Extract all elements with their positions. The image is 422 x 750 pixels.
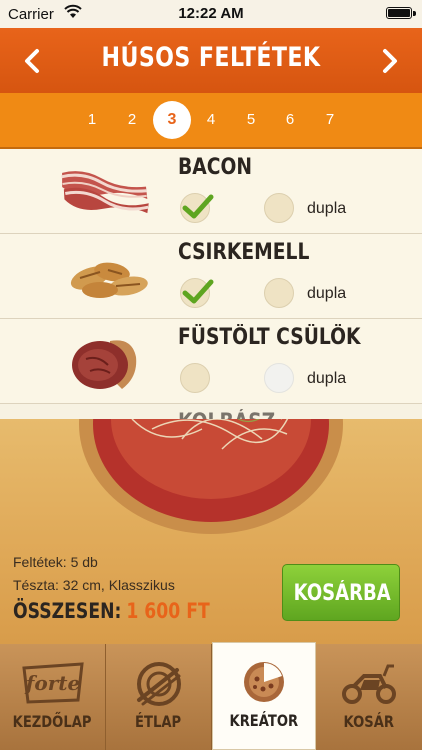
tab-label: KEZDŐLAP [13, 712, 92, 731]
add-to-cart-label: KOSÁRBA [293, 581, 391, 606]
tab-cart[interactable]: KOSÁR [316, 644, 422, 750]
tab-bar: forte KEZDŐLAP ÉTLAP KREÁTOR KOSÁR [0, 642, 422, 750]
step-6[interactable]: 6 [271, 101, 309, 139]
toppings-count: Feltétek: 5 db [13, 554, 98, 570]
topping-item-ham-hock: FÜSTÖLT CSÜLÖK dupla [0, 319, 422, 404]
double-label: dupla [307, 200, 347, 217]
step-3[interactable]: 3 [153, 101, 191, 139]
forte-logo-icon: forte [21, 662, 84, 704]
tab-label: ÉTLAP [135, 712, 182, 731]
pizza-summary-panel: Feltétek: 5 db Tészta: 32 cm, Klasszikus… [0, 419, 422, 644]
single-checkbox[interactable] [180, 363, 210, 393]
topping-name: BACON [178, 155, 253, 180]
topping-item-sausage: KOLBÁSZ [0, 404, 422, 419]
step-1[interactable]: 1 [73, 101, 111, 139]
previous-arrow-icon[interactable] [18, 46, 48, 76]
header: HÚSOS FELTÉTEK [0, 28, 422, 93]
double-checkbox[interactable] [264, 363, 294, 393]
next-arrow-icon[interactable] [374, 46, 404, 76]
single-checkbox[interactable] [180, 278, 214, 308]
chicken-breast-image [70, 262, 148, 298]
tab-menu[interactable]: ÉTLAP [106, 644, 212, 750]
add-to-cart-button[interactable]: KOSÁRBA [282, 564, 400, 621]
step-indicator: 1 2 3 4 5 6 7 [0, 93, 422, 149]
battery-icon [386, 7, 412, 19]
status-bar: Carrier 12:22 AM [0, 0, 422, 28]
battery-tip [413, 11, 416, 16]
step-7[interactable]: 7 [311, 101, 349, 139]
tab-creator[interactable]: KREÁTOR [212, 642, 316, 750]
ham-hock-image [72, 340, 137, 389]
double-checkbox[interactable] [264, 193, 294, 223]
step-5[interactable]: 5 [232, 101, 270, 139]
pizza-preview-image [79, 419, 343, 534]
double-label: dupla [307, 285, 347, 302]
step-4[interactable]: 4 [192, 101, 230, 139]
checkmark-icon [182, 279, 214, 304]
scooter-icon [342, 664, 396, 704]
step-2[interactable]: 2 [113, 101, 151, 139]
pizza-icon [244, 662, 284, 702]
checkmark-icon [182, 194, 214, 219]
total-value: 1 600 FT [126, 599, 210, 623]
total-label: ÖSSZESEN: [13, 599, 122, 623]
topping-name: KOLBÁSZ [178, 410, 275, 419]
topping-item-bacon: BACON dupla [0, 149, 422, 234]
topping-name: CSIRKEMELL [178, 240, 310, 265]
single-checkbox[interactable] [180, 193, 214, 223]
svg-text:forte: forte [23, 671, 79, 695]
topping-item-chicken: CSIRKEMELL dupla [0, 234, 422, 319]
topping-list: BACON dupla CSIRKEMELL dupla FÜSTÖLT CSÜ… [0, 149, 422, 419]
tab-label: KREÁTOR [229, 711, 299, 730]
dough-info: Tészta: 32 cm, Klasszikus [13, 577, 175, 593]
total-price: ÖSSZESEN: 1 600 FT [13, 599, 210, 623]
tab-home[interactable]: forte KEZDŐLAP [0, 644, 106, 750]
plate-cutlery-icon [136, 662, 181, 706]
topping-name: FÜSTÖLT CSÜLÖK [178, 325, 361, 350]
bacon-image [61, 171, 149, 214]
page-title: HÚSOS FELTÉTEK [101, 42, 321, 73]
clock: 12:22 AM [178, 5, 244, 22]
double-checkbox[interactable] [264, 278, 294, 308]
order-summary: Feltétek: 5 db Tészta: 32 cm, Klasszikus [13, 551, 175, 597]
double-label: dupla [307, 370, 347, 387]
tab-label: KOSÁR [343, 712, 395, 731]
